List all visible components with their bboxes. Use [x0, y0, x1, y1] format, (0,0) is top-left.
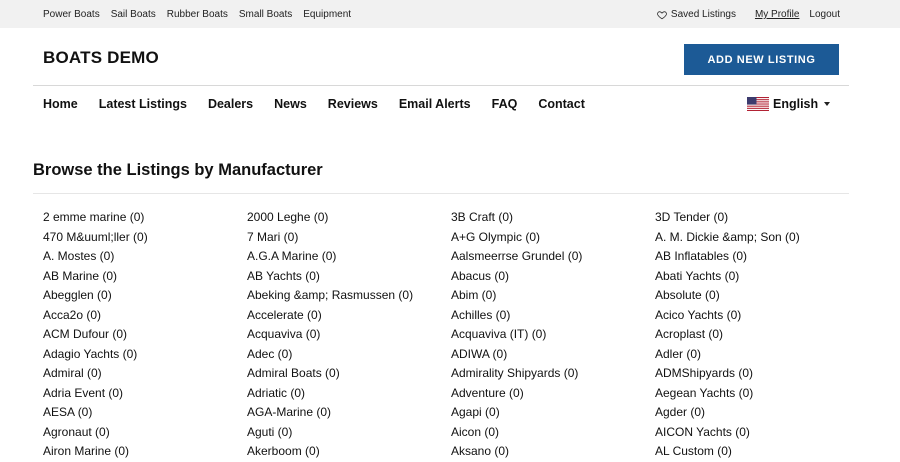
category-link-sail-boats[interactable]: Sail Boats [111, 9, 156, 20]
manufacturer-link[interactable]: Abacus (0) [451, 268, 655, 288]
manufacturer-link[interactable]: Aguti (0) [247, 424, 451, 444]
manufacturer-link[interactable]: Abegglen (0) [43, 287, 247, 307]
manufacturer-link[interactable]: Acquaviva (IT) (0) [451, 326, 655, 346]
manufacturer-link[interactable]: Adagio Yachts (0) [43, 346, 247, 366]
manufacturer-grid: 2 emme marine (0) 2000 Leghe (0) 3B Craft … [43, 209, 863, 462]
heading-divider [33, 193, 849, 194]
category-link-rubber-boats[interactable]: Rubber Boats [167, 9, 228, 20]
nav-item-email-alerts[interactable]: Email Alerts [399, 97, 471, 111]
manufacturer-link[interactable]: AB Inflatables (0) [655, 248, 859, 268]
category-link-equipment[interactable]: Equipment [303, 9, 351, 20]
top-utility-bar: Power Boats Sail Boats Rubber Boats Smal… [0, 0, 900, 28]
manufacturer-link[interactable]: Akerboom (0) [247, 443, 451, 462]
nav-item-reviews[interactable]: Reviews [328, 97, 378, 111]
manufacturer-link[interactable]: Admiral (0) [43, 365, 247, 385]
manufacturer-link[interactable]: A. M. Dickie &amp; Son (0) [655, 229, 859, 249]
manufacturer-link[interactable]: A+G Olympic (0) [451, 229, 655, 249]
manufacturer-link[interactable]: Acico Yachts (0) [655, 307, 859, 327]
manufacturer-link[interactable]: Adler (0) [655, 346, 859, 366]
manufacturer-link[interactable]: 470 M&uuml;ller (0) [43, 229, 247, 249]
manufacturer-link[interactable]: Acca2o (0) [43, 307, 247, 327]
add-new-listing-button[interactable]: ADD NEW LISTING [684, 44, 839, 75]
manufacturer-link[interactable]: Adec (0) [247, 346, 451, 366]
manufacturer-link[interactable]: 3B Craft (0) [451, 209, 655, 229]
manufacturer-link[interactable]: AB Marine (0) [43, 268, 247, 288]
manufacturer-link[interactable]: Adria Event (0) [43, 385, 247, 405]
manufacturer-link[interactable]: 7 Mari (0) [247, 229, 451, 249]
manufacturer-link[interactable]: Aicon (0) [451, 424, 655, 444]
manufacturer-link[interactable]: Achilles (0) [451, 307, 655, 327]
manufacturer-link[interactable]: 3D Tender (0) [655, 209, 859, 229]
manufacturer-link[interactable]: Admiral Boats (0) [247, 365, 451, 385]
language-label: English [773, 97, 819, 111]
manufacturer-link[interactable]: Aksano (0) [451, 443, 655, 462]
category-link-power-boats[interactable]: Power Boats [43, 9, 100, 20]
manufacturer-link[interactable]: Aegean Yachts (0) [655, 385, 859, 405]
manufacturer-link[interactable]: Agapi (0) [451, 404, 655, 424]
manufacturer-link[interactable]: AL Custom (0) [655, 443, 859, 462]
manufacturer-link[interactable]: Accelerate (0) [247, 307, 451, 327]
manufacturer-link[interactable]: Acquaviva (0) [247, 326, 451, 346]
manufacturer-link[interactable]: Absolute (0) [655, 287, 859, 307]
manufacturer-link[interactable]: Abim (0) [451, 287, 655, 307]
nav-item-contact[interactable]: Contact [538, 97, 585, 111]
saved-listings-label: Saved Listings [670, 9, 736, 20]
category-links: Power Boats Sail Boats Rubber Boats Smal… [43, 9, 351, 20]
heart-icon [657, 10, 667, 19]
manufacturer-link[interactable]: 2 emme marine (0) [43, 209, 247, 229]
us-flag-icon [747, 97, 769, 111]
manufacturer-link[interactable]: A.G.A Marine (0) [247, 248, 451, 268]
manufacturer-link[interactable]: Abeking &amp; Rasmussen (0) [247, 287, 451, 307]
manufacturer-link[interactable]: AICON Yachts (0) [655, 424, 859, 444]
manufacturer-link[interactable]: Abati Yachts (0) [655, 268, 859, 288]
manufacturer-link[interactable]: AGA-Marine (0) [247, 404, 451, 424]
page-heading: Browse the Listings by Manufacturer [33, 161, 323, 179]
manufacturer-link[interactable]: ACM Dufour (0) [43, 326, 247, 346]
nav-item-news[interactable]: News [274, 97, 307, 111]
manufacturer-link[interactable]: AB Yachts (0) [247, 268, 451, 288]
manufacturer-link[interactable]: AESA (0) [43, 404, 247, 424]
manufacturer-link[interactable]: A. Mostes (0) [43, 248, 247, 268]
site-logo[interactable]: BOATS DEMO [43, 48, 159, 68]
manufacturer-link[interactable]: Adventure (0) [451, 385, 655, 405]
nav-item-faq[interactable]: FAQ [492, 97, 518, 111]
nav-item-home[interactable]: Home [43, 97, 78, 111]
manufacturer-link[interactable]: ADIWA (0) [451, 346, 655, 366]
logout-link[interactable]: Logout [809, 9, 840, 20]
account-links: Saved Listings My Profile Logout [657, 9, 840, 20]
nav-item-dealers[interactable]: Dealers [208, 97, 253, 111]
manufacturer-link[interactable]: Acroplast (0) [655, 326, 859, 346]
manufacturer-link[interactable]: Admirality Shipyards (0) [451, 365, 655, 385]
my-profile-link[interactable]: My Profile [755, 9, 799, 20]
language-selector[interactable]: English [747, 97, 831, 111]
manufacturer-link[interactable]: ADMShipyards (0) [655, 365, 859, 385]
manufacturer-link[interactable]: Agronaut (0) [43, 424, 247, 444]
main-navigation: Home Latest Listings Dealers News Review… [43, 97, 606, 111]
manufacturer-link[interactable]: Adriatic (0) [247, 385, 451, 405]
manufacturer-link[interactable]: Aalsmeerrse Grundel (0) [451, 248, 655, 268]
caret-down-icon [824, 102, 831, 106]
manufacturer-link[interactable]: Airon Marine (0) [43, 443, 247, 462]
nav-item-latest-listings[interactable]: Latest Listings [99, 97, 187, 111]
saved-listings-link[interactable]: Saved Listings [657, 9, 736, 20]
category-link-small-boats[interactable]: Small Boats [239, 9, 292, 20]
manufacturer-link[interactable]: Agder (0) [655, 404, 859, 424]
header-divider [33, 85, 849, 86]
manufacturer-link[interactable]: 2000 Leghe (0) [247, 209, 451, 229]
